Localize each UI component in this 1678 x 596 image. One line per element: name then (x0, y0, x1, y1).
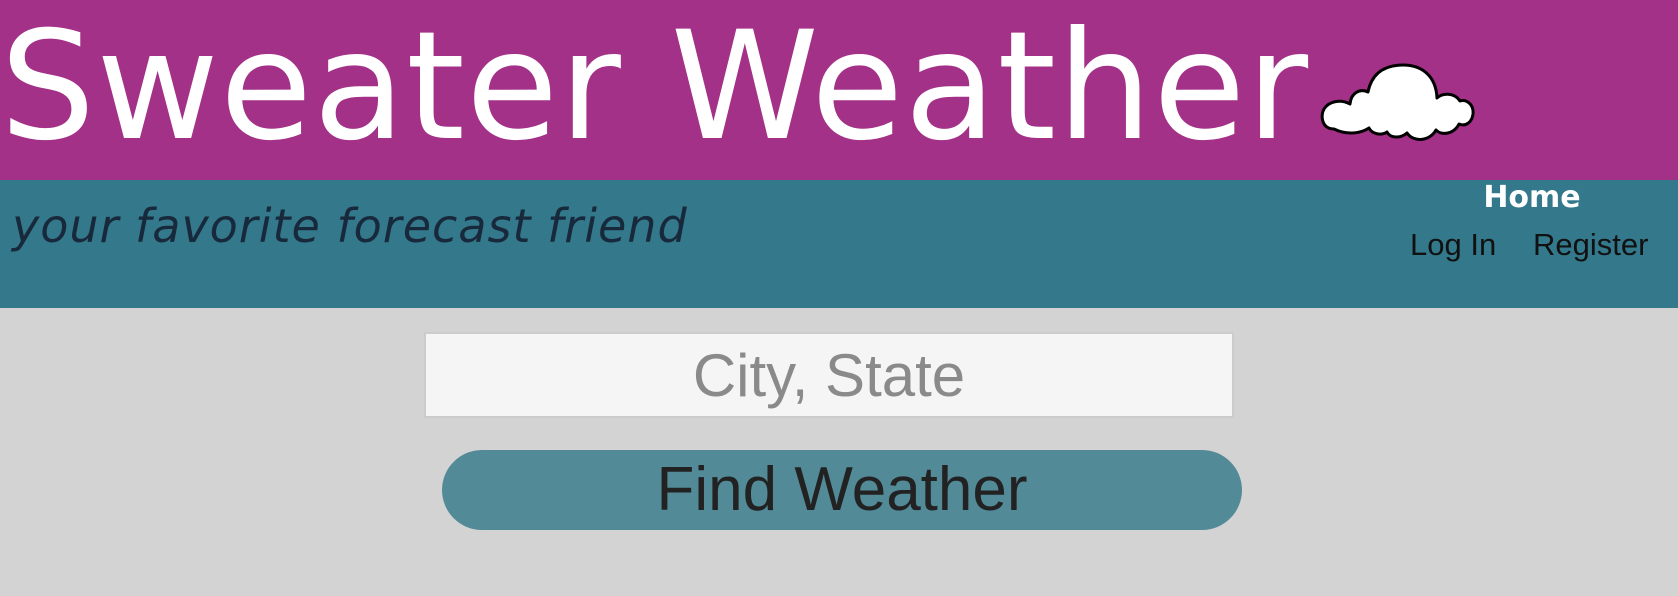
find-weather-button[interactable]: Find Weather (442, 450, 1242, 530)
nav-home-link[interactable]: Home (1440, 178, 1624, 218)
nav-register-link[interactable]: Register (1533, 225, 1648, 265)
tagline: your favorite forecast friend (12, 199, 688, 253)
nav-login-link[interactable]: Log In (1410, 225, 1496, 265)
city-state-input[interactable] (424, 332, 1234, 418)
site-title: Sweater Weather (0, 0, 1310, 174)
cloud-icon (1320, 63, 1475, 141)
